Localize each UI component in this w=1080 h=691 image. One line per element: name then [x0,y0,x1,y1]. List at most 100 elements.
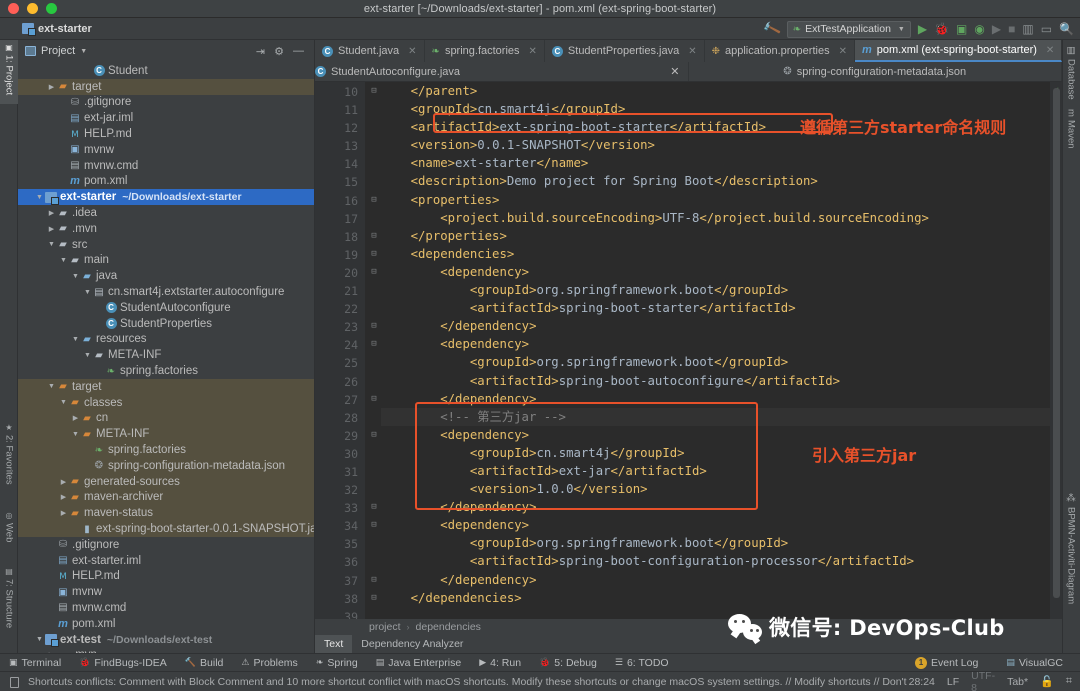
bottom-tool-tab[interactable]: ▣ Terminal [0,657,70,669]
tree-node[interactable]: ▼ ▰ META-INF [18,347,314,363]
lock-icon[interactable]: 🔓 [1040,675,1054,688]
editor-breadcrumb[interactable]: project › dependencies [315,619,1062,635]
run-with-coverage-icon[interactable]: ▣ [956,23,967,35]
sidebar-item-maven[interactable]: m Maven [1062,106,1080,154]
tree-node[interactable]: ▼ ▤ cn.smart4j.extstarter.autoconfigure [18,284,314,300]
close-icon[interactable]: ✕ [529,46,537,57]
tree-node[interactable]: ▶ ▰ maven-archiver [18,489,314,506]
sidebar-item-favorites[interactable]: ★ 2: Favorites [0,420,18,500]
profile-icon[interactable]: ◉ [974,23,984,35]
tree-twisty-icon[interactable]: ▶ [71,414,80,422]
fold-toggle-icon[interactable]: ⊟ [367,82,381,100]
bottom-tool-tab[interactable]: 🐞 FindBugs-IDEA [70,657,176,669]
gear-icon[interactable]: ⚙ [274,45,284,58]
editor-tab[interactable]: m pom.xml (ext-spring-boot-starter) ✕ [854,40,1063,62]
tree-node[interactable]: ▤ mvnw.cmd [18,600,314,616]
close-icon[interactable]: ✕ [839,46,847,57]
bottom-tool-tab[interactable]: 🔨 Build [176,657,233,669]
tree-node[interactable]: C Student [18,63,314,79]
tree-twisty-icon[interactable]: ▶ [59,493,68,501]
tree-node[interactable]: ▶ ▰ cn [18,410,314,427]
tree-node[interactable]: ▶ ▰ target [18,78,314,95]
fold-toggle-icon[interactable]: ⊟ [367,191,381,209]
project-structure-icon[interactable]: ▥ [1022,23,1033,35]
tree-twisty-icon[interactable]: ▼ [83,352,92,359]
tree-node[interactable]: ▼ ext-test ~/Downloads/ext-test [18,632,314,648]
fold-toggle-icon[interactable]: ⊟ [367,317,381,335]
tree-node[interactable]: m pom.xml [18,616,314,632]
tree-node[interactable]: ⛁ .gitignore [18,95,314,111]
close-icon[interactable]: ✕ [1046,45,1054,56]
tree-twisty-icon[interactable]: ▶ [47,83,56,91]
hammer-icon[interactable]: 🔨 [761,19,782,40]
tree-node[interactable]: ▼ ext-starter ~/Downloads/ext-starter [18,189,314,206]
bottom-tool-tab[interactable]: ⚠ Problems [232,657,306,669]
tree-twisty-icon[interactable]: ▶ [59,478,68,486]
debug-icon[interactable]: 🐞 [934,23,949,35]
tree-twisty-icon[interactable]: ▼ [35,194,44,201]
editor-tab[interactable]: C Student.java ✕ [315,40,425,62]
indent-setting[interactable]: Tab* [1007,676,1028,688]
run-icon[interactable]: ▶ [918,23,927,35]
fold-toggle-icon[interactable]: ⊟ [367,335,381,353]
close-icon[interactable]: ✕ [688,46,696,57]
search-icon[interactable]: 🔍 [1059,23,1074,35]
tree-node[interactable]: ⛁ .gitignore [18,537,314,553]
tree-node[interactable]: ▶▰ .mvn [18,221,314,237]
editor-tab[interactable]: C StudentAutoconfigure.java ✕ [315,62,689,81]
tree-node[interactable]: ▼ ▰ main [18,253,314,269]
tree-twisty-icon[interactable]: ▼ [35,636,44,643]
tree-twisty-icon[interactable]: ▼ [71,273,80,280]
tree-node[interactable]: ▼ ▰ target [18,378,314,395]
tree-node[interactable]: ❂ spring-configuration-metadata.json [18,457,314,474]
code-content[interactable]: </parent> <groupId>cn.smart4j</groupId> … [381,82,1062,655]
editor-tab[interactable]: ❉ application.properties ✕ [705,40,855,62]
code-folding-column[interactable]: ⊟ ⊟ ⊟ ⊟ ⊟ ⊟ ⊟ ⊟ ⊟ ⊟ ⊟ ⊟ ⊟ [367,82,381,655]
tree-node[interactable]: ▼ ▰ java [18,268,314,284]
bottom-tool-tab[interactable]: ❧ Spring [307,657,367,669]
tree-node[interactable]: ▼ ▰ classes [18,394,314,411]
breadcrumb-item-project[interactable]: project [369,621,401,633]
tree-node[interactable]: ▼ ▰ src [18,237,314,253]
tree-twisty-icon[interactable]: ▼ [83,289,92,296]
tree-twisty-icon[interactable]: ▼ [47,241,56,248]
collapse-all-icon[interactable]: ⇥ [256,45,265,58]
close-icon[interactable]: ✕ [408,46,416,57]
editor-tab[interactable]: ❂ spring-configuration-metadata.json [689,62,1062,81]
tree-twisty-icon[interactable]: ▼ [71,336,80,343]
sidebar-item-bpmn-diagram[interactable]: ⁂ BPMN-Activiti-Diagram [1062,490,1080,650]
tree-node[interactable]: ▶ ▰ .idea [18,205,314,221]
tab-dependency-analyzer[interactable]: Dependency Analyzer [352,635,472,653]
tree-node[interactable]: ▣ mvnw [18,142,314,158]
bottom-tool-tab[interactable]: 1 Event Log [906,656,987,669]
tree-node[interactable]: ▤ ext-jar.iml [18,110,314,126]
line-separator[interactable]: LF [947,676,959,688]
bottom-tool-tab[interactable]: 🐞 5: Debug [530,657,606,669]
hide-panel-icon[interactable]: — [293,45,304,57]
fold-toggle-icon[interactable]: ⊟ [367,571,381,589]
tree-node[interactable]: ❧ spring.factories [18,363,314,379]
bottom-tool-tab[interactable]: ▶ 4: Run [470,657,530,669]
tree-node[interactable]: ▶ ▰ generated-sources [18,473,314,490]
tree-node[interactable]: ▤ ext-starter.iml [18,553,314,569]
editor-tab[interactable]: ❧ spring.factories ✕ [425,40,545,62]
bottom-tool-tab[interactable]: ▤ Java Enterprise [367,657,470,669]
fold-toggle-icon[interactable]: ⊟ [367,498,381,516]
tree-twisty-icon[interactable]: ▼ [47,383,56,390]
sidebar-item-web[interactable]: ◎ Web [0,508,18,556]
status-message[interactable]: Shortcuts conflicts: Comment with Block … [0,674,909,689]
sidebar-item-structure[interactable]: ▤ 7: Structure [0,564,18,642]
fold-toggle-icon[interactable]: ⊟ [367,263,381,281]
tree-twisty-icon[interactable]: ▶ [59,509,68,517]
tree-node[interactable]: C StudentProperties [18,316,314,332]
stop-icon[interactable]: ■ [1008,23,1015,35]
tree-node[interactable]: ▤ mvnw.cmd [18,158,314,174]
fold-toggle-icon[interactable]: ⊟ [367,245,381,263]
tree-twisty-icon[interactable]: ▶ [47,225,56,233]
tree-node[interactable]: ▣ mvnw [18,584,314,600]
editor-scrollbar-thumb[interactable] [1053,88,1060,598]
close-icon[interactable]: ✕ [670,65,687,78]
breadcrumb[interactable]: ext-starter [0,23,92,36]
breadcrumb-item-dependencies[interactable]: dependencies [416,621,481,633]
tab-text[interactable]: Text [315,635,353,653]
